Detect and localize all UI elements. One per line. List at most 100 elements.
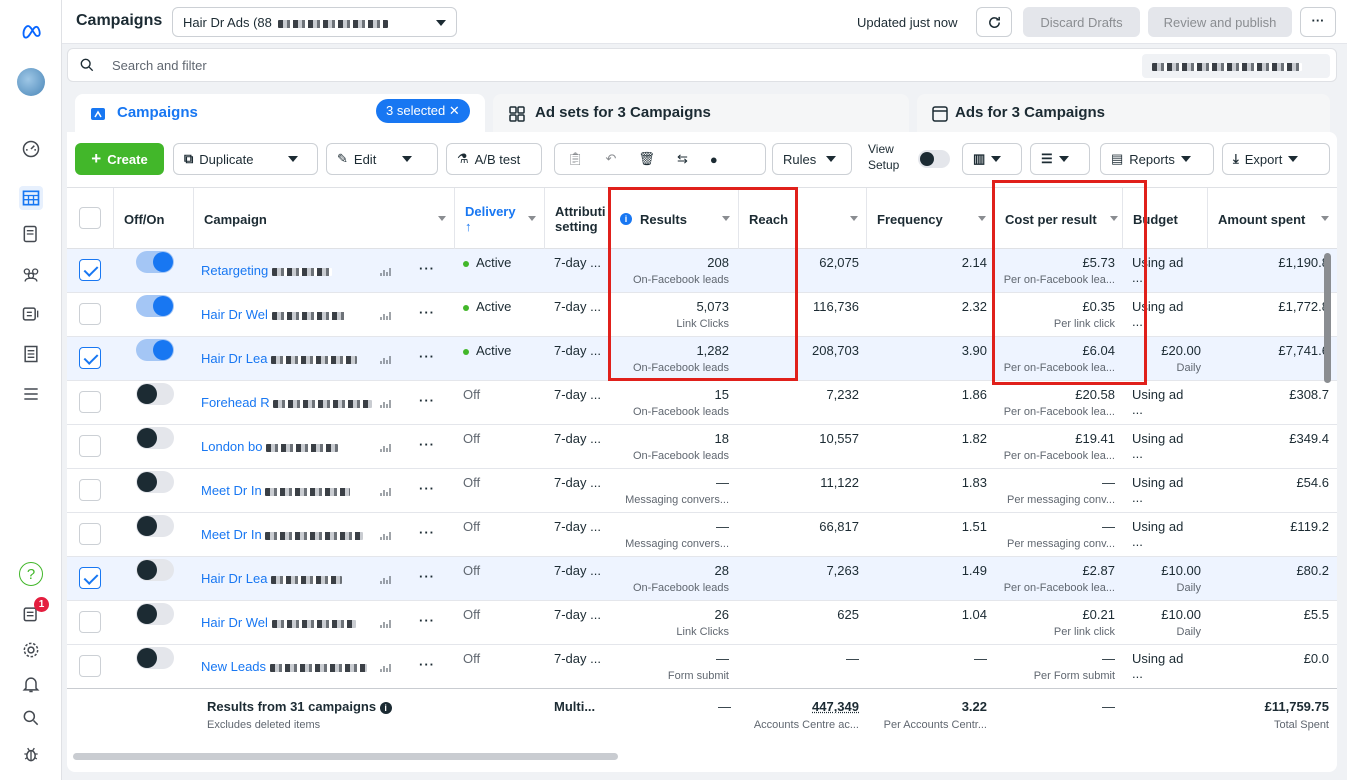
chevron-down-icon[interactable]: [287, 156, 298, 162]
ab-test-button[interactable]: ⚗ A/B test: [446, 143, 542, 175]
row-more-options[interactable]: ···: [419, 437, 435, 452]
campaign-name-link[interactable]: Hair Dr Wel: [201, 307, 345, 322]
col-delivery[interactable]: Delivery ↑: [455, 188, 545, 250]
row-checkbox[interactable]: [79, 303, 101, 325]
insights-bars-icon[interactable]: [379, 661, 391, 673]
dashboard-icon[interactable]: [19, 137, 43, 161]
row-checkbox[interactable]: [79, 523, 101, 545]
create-button[interactable]: + Create: [75, 143, 164, 175]
campaign-name-link[interactable]: New Leads: [201, 659, 367, 674]
search-input[interactable]: Search and filter: [112, 58, 207, 73]
campaign-toggle[interactable]: [136, 603, 174, 625]
row-more-options[interactable]: ···: [419, 261, 435, 276]
tab-ad-sets[interactable]: Ad sets for 3 Campaigns: [493, 94, 909, 132]
row-checkbox[interactable]: [79, 259, 101, 281]
campaigns-table-icon[interactable]: [19, 186, 43, 210]
tag-icon[interactable]: ●: [710, 152, 718, 167]
discard-drafts-button[interactable]: Discard Drafts: [1023, 7, 1140, 37]
insights-bars-icon[interactable]: [379, 309, 391, 321]
view-setup-toggle[interactable]: [918, 150, 950, 168]
campaign-toggle[interactable]: [136, 339, 174, 361]
campaign-name-link[interactable]: Hair Dr Lea: [201, 571, 343, 586]
notifications-icon[interactable]: 1: [19, 597, 49, 626]
date-range-picker[interactable]: [1142, 54, 1330, 78]
account-avatar[interactable]: [17, 68, 45, 96]
tab-ads[interactable]: Ads for 3 Campaigns: [917, 94, 1330, 132]
col-attribution[interactable]: Attributi setting: [545, 188, 610, 250]
table-row[interactable]: Hair Dr Wel ··· Off 7-day ... 26 Link Cl…: [67, 601, 1337, 645]
row-more-options[interactable]: ···: [419, 613, 435, 628]
preview-icon[interactable]: ⇆: [677, 151, 688, 167]
review-publish-button[interactable]: Review and publish: [1148, 7, 1292, 37]
insights-bars-icon[interactable]: [379, 353, 391, 365]
campaign-toggle[interactable]: [136, 647, 174, 669]
meta-logo-icon[interactable]: [19, 19, 43, 43]
select-all-checkbox[interactable]: [79, 207, 101, 229]
table-row[interactable]: Forehead R ··· Off 7-day ... 15 On-Faceb…: [67, 381, 1337, 425]
vertical-scrollbar[interactable]: [1324, 253, 1331, 383]
export-button[interactable]: ⤓ Export: [1222, 143, 1330, 175]
insights-bars-icon[interactable]: [379, 485, 391, 497]
menu-icon[interactable]: [19, 382, 43, 406]
search-filter-bar[interactable]: Search and filter: [67, 48, 1337, 82]
horizontal-scrollbar[interactable]: [73, 753, 618, 760]
campaign-toggle[interactable]: [136, 559, 174, 581]
insights-bars-icon[interactable]: [379, 441, 391, 453]
insights-bars-icon[interactable]: [379, 573, 391, 585]
row-more-options[interactable]: ···: [419, 525, 435, 540]
row-more-options[interactable]: ···: [419, 657, 435, 672]
help-icon[interactable]: ?: [19, 562, 43, 586]
more-options-button[interactable]: ···: [1300, 7, 1336, 37]
row-checkbox[interactable]: [79, 479, 101, 501]
campaign-toggle[interactable]: [136, 383, 174, 405]
insights-bars-icon[interactable]: [379, 617, 391, 629]
close-icon[interactable]: ✕: [449, 103, 460, 118]
col-frequency[interactable]: Frequency: [867, 188, 995, 250]
bug-report-icon[interactable]: [19, 742, 43, 766]
row-more-options[interactable]: ···: [419, 481, 435, 496]
campaign-toggle[interactable]: [136, 515, 174, 537]
row-more-options[interactable]: ···: [419, 305, 435, 320]
campaign-name-link[interactable]: Forehead R: [201, 395, 373, 410]
edit-button[interactable]: ✎ Edit: [326, 143, 438, 175]
clipboard-icon[interactable]: 📋︎: [567, 151, 584, 167]
row-more-options[interactable]: ···: [419, 393, 435, 408]
breakdown-button[interactable]: ☰: [1030, 143, 1090, 175]
table-row[interactable]: London bo ··· Off 7-day ... 18 On-Facebo…: [67, 425, 1337, 469]
info-icon[interactable]: i: [379, 702, 392, 714]
audiences-icon[interactable]: [19, 262, 43, 286]
row-checkbox[interactable]: [79, 567, 101, 589]
campaign-name-link[interactable]: London bo: [201, 439, 339, 454]
bell-icon[interactable]: [19, 672, 43, 696]
campaign-toggle[interactable]: [136, 295, 174, 317]
events-manager-icon[interactable]: [19, 302, 43, 326]
campaign-name-link[interactable]: Retargeting: [201, 263, 332, 278]
row-checkbox[interactable]: [79, 347, 101, 369]
campaign-name-link[interactable]: Meet Dr In: [201, 527, 364, 542]
rules-button[interactable]: Rules: [772, 143, 852, 175]
insights-bars-icon[interactable]: [379, 265, 391, 277]
row-more-options[interactable]: ···: [419, 349, 435, 364]
campaign-name-link[interactable]: Meet Dr In: [201, 483, 351, 498]
chevron-down-icon[interactable]: [402, 156, 413, 162]
col-campaign[interactable]: Campaign: [194, 188, 455, 250]
row-checkbox[interactable]: [79, 435, 101, 457]
row-checkbox[interactable]: [79, 391, 101, 413]
table-row[interactable]: Meet Dr In ··· Off 7-day ... — Messaging…: [67, 513, 1337, 557]
campaign-toggle[interactable]: [136, 471, 174, 493]
selected-count-pill[interactable]: 3 selected ✕: [376, 99, 470, 123]
table-row[interactable]: Meet Dr In ··· Off 7-day ... — Messaging…: [67, 469, 1337, 513]
col-offon[interactable]: Off/On: [114, 188, 194, 250]
row-more-options[interactable]: ···: [419, 569, 435, 584]
refresh-button[interactable]: [976, 7, 1012, 37]
reports-button[interactable]: ▤ Reports: [1100, 143, 1214, 175]
search-rail-icon[interactable]: [19, 706, 43, 730]
columns-button[interactable]: ▥: [962, 143, 1022, 175]
campaign-name-link[interactable]: Hair Dr Wel: [201, 615, 356, 630]
duplicate-button[interactable]: ⧉ Duplicate: [173, 143, 318, 175]
insights-bars-icon[interactable]: [379, 529, 391, 541]
table-row[interactable]: Hair Dr Lea ··· Off 7-day ... 28 On-Face…: [67, 557, 1337, 601]
ads-library-icon[interactable]: [19, 222, 43, 246]
row-checkbox[interactable]: [79, 655, 101, 677]
settings-gear-icon[interactable]: [19, 638, 43, 662]
